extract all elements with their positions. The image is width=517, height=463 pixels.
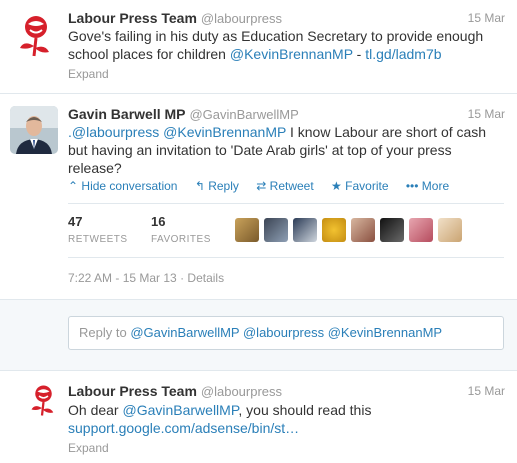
author-name[interactable]: Labour Press Team [68, 10, 197, 26]
tweet-text: Oh dear @GavinBarwellMP, you should read… [68, 402, 372, 436]
tweet-date[interactable]: 15 Mar [468, 384, 505, 398]
mention-link[interactable]: @GavinBarwellMP [122, 402, 238, 418]
person-photo-icon [10, 106, 58, 154]
tweet-date[interactable]: 15 Mar [468, 11, 505, 25]
chevron-up-icon: ⌃ [68, 179, 79, 193]
mention-link[interactable]: .@labourpress [68, 124, 159, 140]
tweet-timestamp-line: 7:22 AM - 15 Mar 13 · Details [68, 271, 225, 285]
rose-icon [10, 10, 58, 58]
favoriter-avatar[interactable] [409, 218, 433, 242]
url-link[interactable]: tl.gd/ladm7b [365, 46, 441, 62]
more-button[interactable]: ••• More [406, 179, 449, 193]
favoriter-avatar[interactable] [438, 218, 462, 242]
author-handle[interactable]: @labourpress [201, 11, 282, 26]
reply-button[interactable]: ↰ Reply [195, 179, 239, 193]
author-handle[interactable]: @labourpress [201, 384, 282, 399]
retweets-count: 47 [68, 214, 83, 229]
tweet-timestamp[interactable]: 7:22 AM - 15 Mar 13 [68, 271, 177, 285]
tweet-actions: ⌃ Hide conversation ↰ Reply ⇄ Retweet ★ … [68, 179, 463, 193]
favoriter-avatar[interactable] [351, 218, 375, 242]
rose-icon [24, 381, 60, 417]
tweet-gavin[interactable]: Gavin Barwell MP @GavinBarwellMP 15 Mar .… [0, 94, 517, 299]
more-dots-icon: ••• [405, 179, 419, 193]
star-icon: ★ [331, 179, 342, 193]
favoriter-avatar[interactable] [322, 218, 346, 242]
details-link[interactable]: Details [187, 271, 224, 285]
author-handle[interactable]: @GavinBarwellMP [189, 107, 298, 122]
reply-input[interactable]: Reply to @GavinBarwellMP @labourpress @K… [68, 316, 504, 350]
favoriter-avatar[interactable] [380, 218, 404, 242]
favoriter-avatar[interactable] [264, 218, 288, 242]
expand-link[interactable]: Expand [68, 441, 109, 455]
favorites-stat[interactable]: 16 FAVORITES [151, 214, 211, 245]
favoriter-avatar[interactable] [235, 218, 259, 242]
tweet-date[interactable]: 15 Mar [468, 107, 505, 121]
hide-conversation-button[interactable]: ⌃ Hide conversation [68, 179, 177, 193]
retweets-label: RETWEETS [68, 234, 128, 245]
retweet-button[interactable]: ⇄ Retweet [256, 179, 313, 193]
expand-link[interactable]: Expand [68, 67, 109, 81]
reply-icon: ↰ [194, 179, 205, 193]
tweet-labour-2[interactable]: Labour Press Team @labourpress 15 Mar Oh … [0, 371, 517, 463]
gavin-avatar[interactable] [10, 106, 58, 154]
url-link[interactable]: support.google.com/adsense/bin/st… [68, 420, 299, 436]
mention-link[interactable]: @KevinBrennanMP [230, 46, 353, 62]
stats-bottom-divider [68, 257, 504, 258]
favorites-count: 16 [151, 214, 166, 229]
tweet-text: .@labourpress @KevinBrennanMP I know Lab… [68, 124, 487, 176]
mention-link[interactable]: @KevinBrennanMP [163, 124, 286, 140]
tweet-text: Gove's failing in his duty as Education … [68, 28, 484, 62]
author-name[interactable]: Labour Press Team [68, 383, 197, 399]
labour-rose-avatar[interactable] [10, 10, 58, 58]
reply-area: Reply to @GavinBarwellMP @labourpress @K… [0, 299, 517, 371]
favoriter-avatar[interactable] [293, 218, 317, 242]
tweet-labour-1[interactable]: Labour Press Team @labourpress 15 Mar Gov… [0, 0, 517, 92]
stats-top-divider [68, 203, 504, 204]
author-name[interactable]: Gavin Barwell MP [68, 106, 185, 122]
favorites-label: FAVORITES [151, 234, 211, 245]
retweet-icon: ⇄ [256, 179, 267, 193]
favorite-button[interactable]: ★ Favorite [331, 179, 388, 193]
retweets-stat[interactable]: 47 RETWEETS [68, 214, 128, 245]
labour-rose-avatar[interactable] [24, 381, 60, 417]
